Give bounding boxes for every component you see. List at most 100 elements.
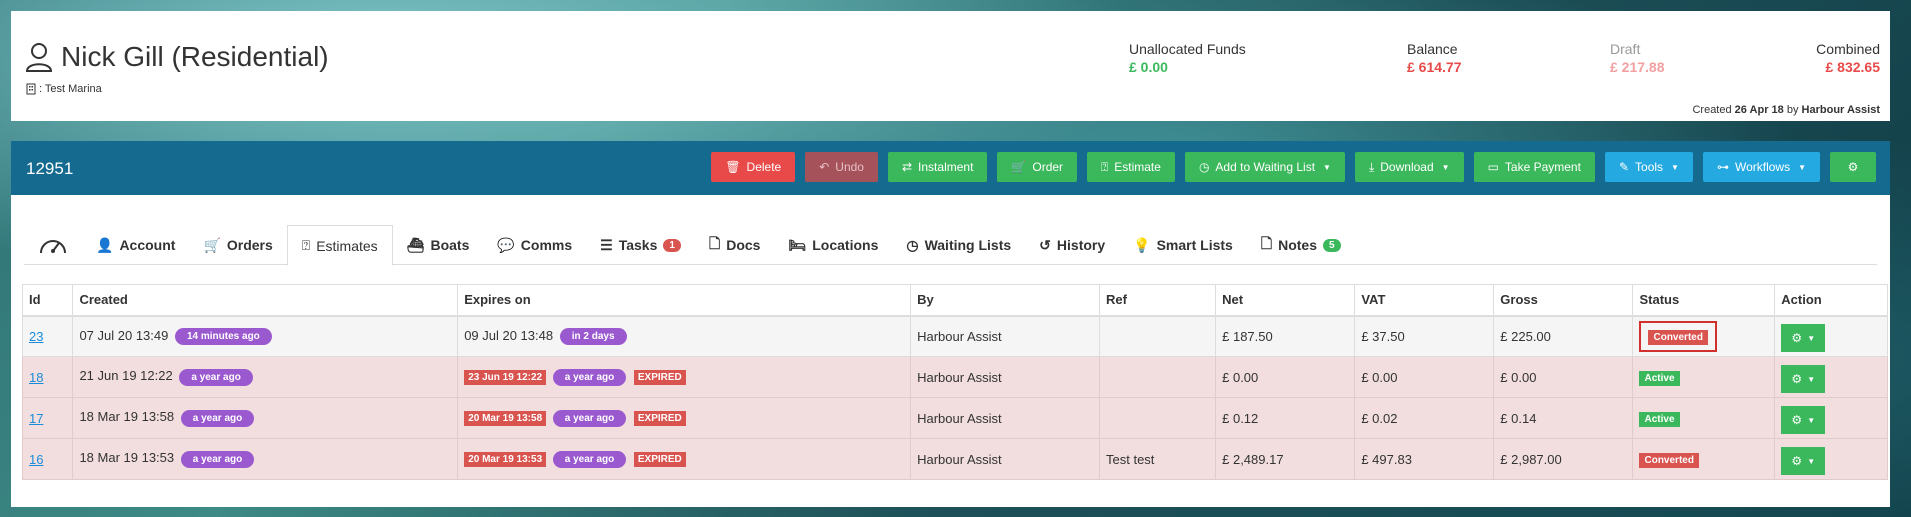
tab-label: Boats <box>430 237 470 253</box>
take-payment-button[interactable]: ▭ Take Payment <box>1473 152 1595 182</box>
table-row: 23 07 Jul 20 13:49 14 minutes ago 09 Jul… <box>21 315 1888 357</box>
estimate-id-link[interactable]: 16 <box>29 452 43 467</box>
by-cell: Harbour Assist <box>910 315 1101 357</box>
tab-smart-lists[interactable]: 💡 Smart Lists <box>1119 225 1247 265</box>
ref-cell <box>1099 397 1217 439</box>
estimate-button[interactable]: ⍰ Estimate <box>1087 152 1175 182</box>
customer-name: Nick Gill (Residential) <box>61 41 329 72</box>
document-icon: 🗋 <box>708 235 721 251</box>
tab-label: Notes <box>1278 237 1317 253</box>
money-icon: ▭ <box>1487 160 1499 174</box>
ship-icon: ⛴ <box>406 236 425 253</box>
tab-label: Waiting Lists <box>924 237 1012 253</box>
tools-button[interactable]: ✎ Tools ▼ <box>1604 152 1693 182</box>
gross-cell: £ 2,987.00 <box>1493 438 1634 480</box>
tab-account[interactable]: 👤 Account <box>82 225 189 265</box>
caret-down-icon: ▼ <box>1807 456 1816 466</box>
bed-icon: 🛏 <box>788 236 807 253</box>
tab-orders[interactable]: 🛒 Orders <box>189 225 286 265</box>
status-badge: Active <box>1639 370 1680 386</box>
delete-button[interactable]: 🗑 Delete <box>711 152 796 182</box>
notes-count-badge: 5 <box>1323 238 1341 252</box>
question-square-icon: ⍰ <box>301 237 311 253</box>
download-button[interactable]: ⤓ Download ▼ <box>1354 152 1464 182</box>
created-by: Harbour Assist <box>1801 104 1880 116</box>
column-header: Net <box>1215 284 1356 317</box>
tab-notes[interactable]: 🗋 Notes 5 <box>1247 225 1355 265</box>
column-header: VAT <box>1354 284 1495 317</box>
history-icon: ↺ <box>1039 236 1051 253</box>
take-payment-label: Take Payment <box>1504 160 1581 174</box>
expires-ago-badge: a year ago <box>552 450 627 468</box>
created-info: Created 26 Apr 18 by Harbour Assist <box>1692 104 1880 116</box>
undo-button[interactable]: ↶ Undo <box>805 152 878 182</box>
stat-unallocated: Unallocated Funds £ 0.00 <box>1129 41 1246 75</box>
waiting-list-label: Add to Waiting List <box>1215 160 1316 174</box>
ref-cell <box>1099 356 1217 398</box>
add-to-waiting-list-button[interactable]: ◷ Add to Waiting List ▼ <box>1184 152 1345 182</box>
gear-icon: ⚙ <box>1791 413 1803 427</box>
created-prefix: Created <box>1692 104 1732 116</box>
settings-button[interactable]: ⚙ <box>1830 152 1876 182</box>
stat-label: Balance <box>1407 41 1458 57</box>
row-action-button[interactable]: ⚙ ▼ <box>1781 324 1826 353</box>
estimate-id-link[interactable]: 23 <box>29 329 43 344</box>
tab-history[interactable]: ↺ History <box>1025 225 1119 265</box>
instalment-button[interactable]: ⇄ Instalment <box>887 152 988 182</box>
tab-estimates[interactable]: ⍰ Estimates <box>286 225 393 266</box>
workflows-button[interactable]: ⊶ Workflows ▼ <box>1702 152 1820 182</box>
created-ago-badge: a year ago <box>179 368 253 386</box>
tab-comms[interactable]: 💬 Comms <box>483 225 586 265</box>
tab-tasks[interactable]: ☰ Tasks 1 <box>586 225 695 265</box>
row-action-button[interactable]: ⚙ ▼ <box>1781 406 1826 434</box>
delete-label: Delete <box>746 160 782 174</box>
gross-cell: £ 0.00 <box>1493 356 1634 398</box>
table-row: 18 21 Jun 19 12:22 a year ago 23 Jun 19 … <box>21 356 1888 398</box>
stat-combined: Combined £ 832.65 <box>1816 41 1880 75</box>
tab-waiting-lists[interactable]: ◷ Waiting Lists <box>892 225 1025 265</box>
created-date: 18 Mar 19 13:58 <box>79 409 175 425</box>
gear-icon: ⚙ <box>1847 160 1859 174</box>
estimate-id-link[interactable]: 18 <box>29 370 43 385</box>
caret-down-icon: ▼ <box>1323 162 1331 172</box>
account-id: 12951 <box>26 159 74 178</box>
status-badge: Active <box>1639 411 1680 427</box>
order-label: Order <box>1032 160 1064 174</box>
instalment-label: Instalment <box>918 160 974 174</box>
user-icon <box>25 43 53 72</box>
created-by-prefix: by <box>1786 104 1799 116</box>
expires-ago-badge: a year ago <box>552 409 627 427</box>
created-date: 18 Mar 19 13:53 <box>79 450 175 466</box>
row-action-button[interactable]: ⚙ ▼ <box>1781 365 1826 393</box>
column-header: Gross <box>1493 284 1634 317</box>
tab-label: Tasks <box>618 237 658 253</box>
estimate-id-link[interactable]: 17 <box>29 411 43 426</box>
gear-icon: ⚙ <box>1791 454 1803 468</box>
marina-line: : Test Marina <box>26 83 102 95</box>
lightbulb-icon: 💡 <box>1133 236 1151 253</box>
created-ago-badge: a year ago <box>180 409 255 427</box>
expires-ago-badge: a year ago <box>552 368 627 386</box>
stat-value: £ 614.77 <box>1407 59 1462 75</box>
trash-icon: 🗑 <box>725 160 741 174</box>
row-action-button[interactable]: ⚙ ▼ <box>1781 447 1826 475</box>
panel-toolbar: 12951 🗑 Delete ↶ Undo ⇄ Instalment 🛒 Ord… <box>11 141 1890 195</box>
dashboard-gauge-icon <box>40 240 66 254</box>
customer-header: Nick Gill (Residential) : Test Marina Un… <box>11 11 1890 121</box>
tab-docs[interactable]: 🗋 Docs <box>695 225 775 265</box>
caret-down-icon: ▼ <box>1798 162 1806 172</box>
column-header: Id <box>21 284 74 317</box>
net-cell: £ 0.12 <box>1215 397 1356 439</box>
tab-dashboard[interactable] <box>24 225 82 265</box>
tab-label: Orders <box>226 237 273 253</box>
order-button[interactable]: 🛒 Order <box>997 152 1078 182</box>
caret-down-icon: ▼ <box>1441 162 1450 172</box>
tab-boats[interactable]: ⛴ Boats <box>393 225 484 265</box>
tab-bar: 👤 Account 🛒 Orders ⍰ Estimates ⛴ Boats 💬… <box>24 225 1877 266</box>
stat-value: £ 217.88 <box>1610 59 1665 75</box>
expired-badge: EXPIRED <box>633 369 686 385</box>
tasks-icon: ☰ <box>600 236 613 253</box>
tab-locations[interactable]: 🛏 Locations <box>774 225 892 265</box>
document-icon: 🗋 <box>1260 235 1273 251</box>
estimates-panel: 12951 🗑 Delete ↶ Undo ⇄ Instalment 🛒 Ord… <box>11 141 1890 507</box>
